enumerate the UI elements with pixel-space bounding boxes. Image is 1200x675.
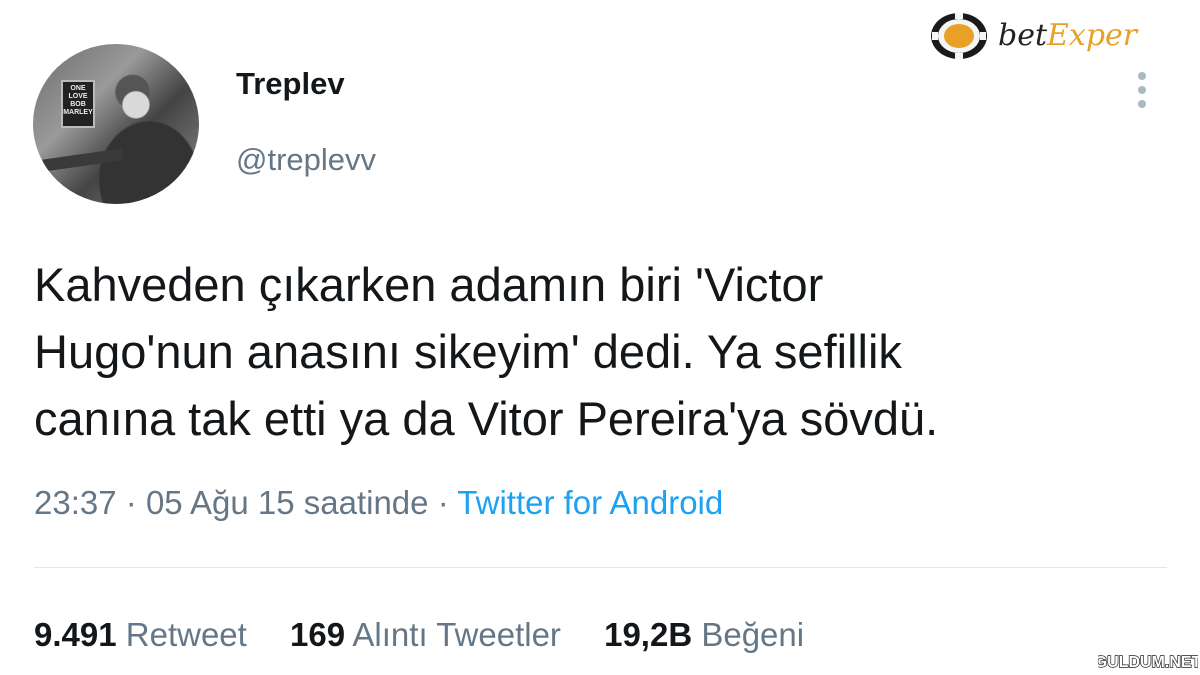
watermark: GULDUM.NET [1098, 650, 1198, 672]
likes-label: Beğeni [701, 616, 805, 653]
tweet-time[interactable]: 23:37 [34, 484, 117, 521]
avatar-bench [42, 148, 124, 172]
tweet-meta: 23:37 · 05 Ağu 15 saatinde · Twitter for… [34, 484, 723, 522]
retweets-count: 9.491 [34, 616, 117, 653]
poker-chip-icon [931, 13, 987, 59]
brand-wordmark: betExper [998, 18, 1137, 53]
tweet-text: Kahveden çıkarken adamın biri 'Victor Hu… [34, 251, 1154, 452]
quotes-stat[interactable]: 169 Alıntı Tweetler [290, 616, 570, 653]
tweet-stats: 9.491 Retweet 169 Alıntı Tweetler 19,2B … [34, 616, 838, 654]
more-dot [1138, 100, 1146, 108]
divider [34, 567, 1167, 568]
retweets-stat[interactable]: 9.491 Retweet [34, 616, 256, 653]
tweet-source-link[interactable]: Twitter for Android [457, 484, 723, 521]
brand-suffix: Exper [1047, 18, 1138, 53]
quotes-count: 169 [290, 616, 346, 653]
tweet-date[interactable]: 05 Ağu 15 saatinde [146, 484, 429, 521]
likes-stat[interactable]: 19,2B Beğeni [604, 616, 804, 653]
brand-prefix: bet [998, 18, 1048, 53]
meta-separator: · [437, 484, 449, 521]
quotes-label: Alıntı Tweetler [352, 616, 561, 653]
tweet-line: Kahveden çıkarken adamın biri 'Victor [34, 258, 824, 311]
avatar-poster-text: ONE LOVE BOB MARLEY [63, 85, 93, 116]
tweet-line: canına tak etti ya da Vitor Pereira'ya s… [34, 392, 939, 445]
more-vertical-icon[interactable] [1130, 70, 1154, 110]
avatar-poster: ONE LOVE BOB MARLEY [61, 80, 95, 128]
watermark-logo: GULDUM.NET [1098, 653, 1198, 671]
display-name[interactable]: Treplev [236, 66, 345, 102]
brand-logo: betExper [928, 8, 1176, 66]
more-dot [1138, 72, 1146, 80]
watermark-text: GULDUM.NET [1098, 654, 1198, 671]
avatar[interactable]: ONE LOVE BOB MARLEY [33, 44, 199, 204]
user-handle[interactable]: @treplevv [236, 142, 376, 178]
meta-separator: · [125, 484, 137, 521]
likes-count: 19,2B [604, 616, 693, 653]
more-dot [1138, 86, 1146, 94]
tweet-line: Hugo'nun anasını sikeyim' dedi. Ya sefil… [34, 325, 902, 378]
retweets-label: Retweet [125, 616, 247, 653]
